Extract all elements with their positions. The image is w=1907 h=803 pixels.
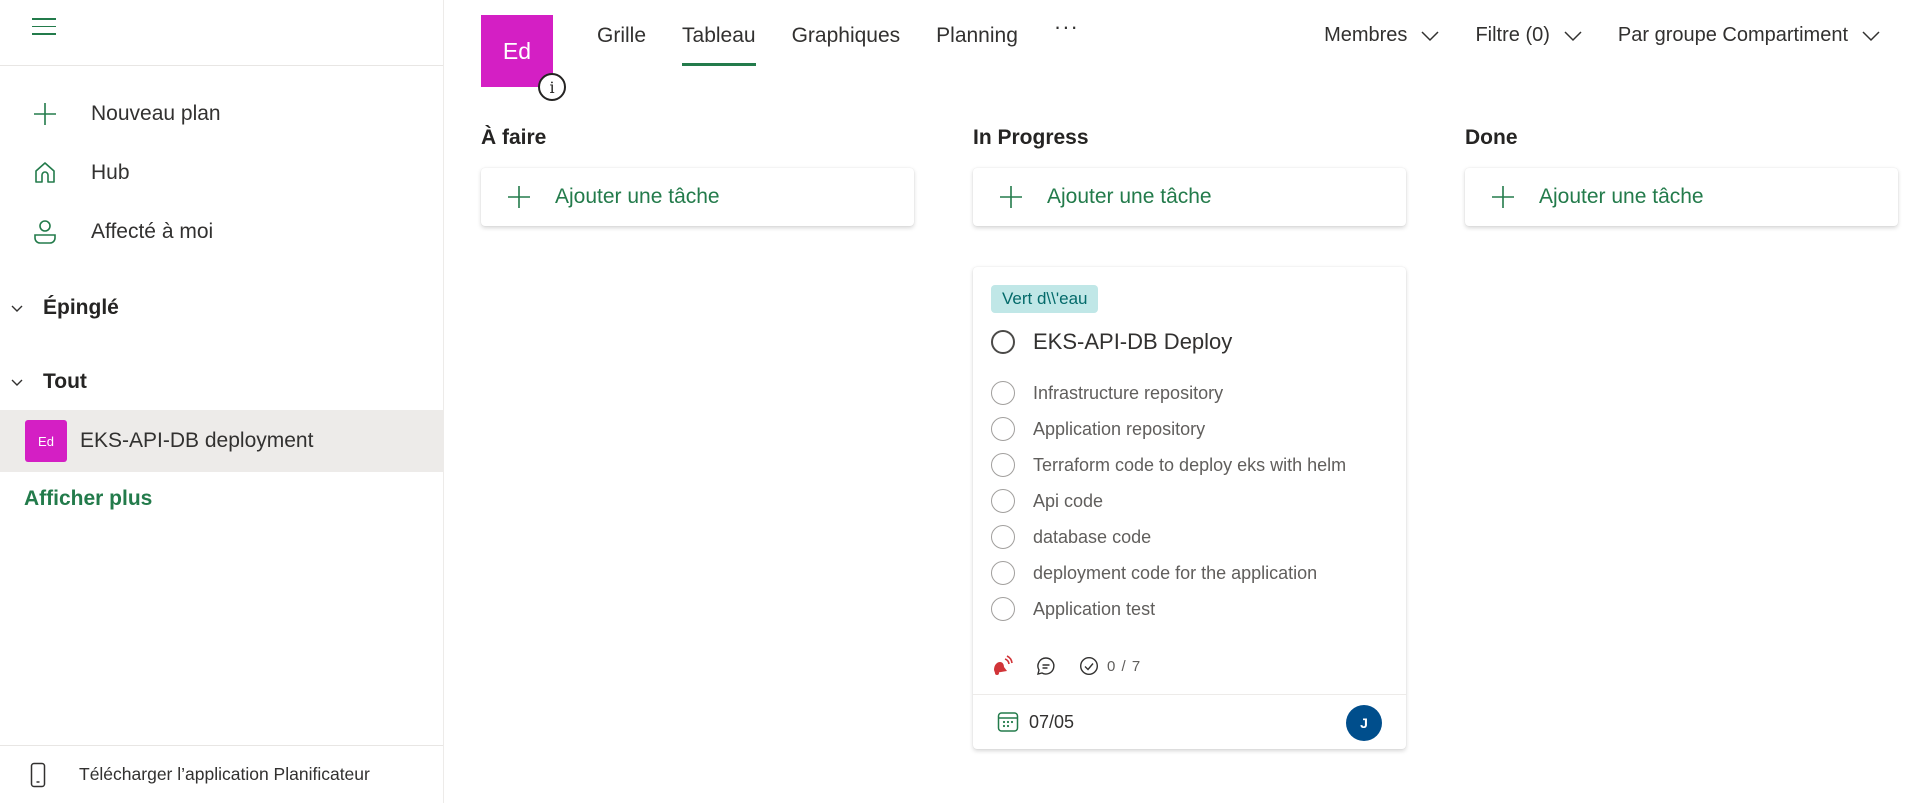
checklist-progress[interactable]: 0 / 7 [1079,656,1141,676]
card-footer: 07/05 J [973,694,1406,749]
chevron-down-icon [1861,30,1881,42]
plus-icon [999,185,1023,209]
checklist-checkbox[interactable] [991,525,1015,549]
checklist-checkbox[interactable] [991,417,1015,441]
add-task-label: Ajouter une tâche [1047,185,1212,208]
checklist-item: Terraform code to deploy eks with helm [991,447,1346,483]
chevron-down-icon [10,303,26,313]
plus-icon [32,101,58,127]
check-circle-icon [1079,656,1099,676]
checklist-item-label: Application test [1033,598,1156,619]
due-date[interactable]: 07/05 [1029,712,1074,733]
bucket-column: In Progress Ajouter une tâche [973,126,1406,226]
chevron-down-icon [10,377,26,387]
header-filters: Membres Filtre (0) Par groupe Compartime… [1289,24,1881,47]
checklist-item-label: Terraform code to deploy eks with helm [1033,454,1347,475]
task-title[interactable]: EKS-API-DB Deploy [1033,329,1232,355]
dropdown-label: Par groupe Compartiment [1617,24,1848,46]
dropdown-label: Filtre (0) [1475,24,1550,46]
add-task-button[interactable]: Ajouter une tâche [973,168,1406,226]
sidebar-item-new-plan[interactable]: Nouveau plan [0,88,443,140]
bucket-column: Done Ajouter une tâche [1465,126,1898,226]
checklist-progress-count: 0 / 7 [1107,657,1142,675]
bucket-title[interactable]: Done [1465,126,1898,156]
tab-charts[interactable]: Graphiques [792,20,901,66]
bucket-title[interactable]: In Progress [973,126,1406,156]
card-indicators: 0 / 7 [991,655,1163,677]
complete-task-checkbox[interactable] [991,330,1015,354]
comment-icon[interactable] [1035,655,1057,677]
section-pinned[interactable]: Épinglé [0,288,443,328]
add-task-button[interactable]: Ajouter une tâche [1465,168,1898,226]
person-icon [32,219,58,245]
checklist: Infrastructure repository Application re… [991,375,1346,627]
tab-board[interactable]: Tableau [682,20,756,66]
urgent-priority-icon[interactable] [991,655,1013,677]
checklist-item: Application test [991,591,1346,627]
checklist-checkbox[interactable] [991,453,1015,477]
tab-grid[interactable]: Grille [597,20,646,66]
info-icon[interactable]: i [538,73,566,101]
more-options-icon[interactable]: ··· [1054,14,1079,66]
sidebar-item-assigned-to-me[interactable]: Affecté à moi [0,206,443,258]
sidebar-header [0,0,443,66]
group-by-dropdown[interactable]: Par groupe Compartiment [1618,24,1881,47]
sidebar-item-label: Nouveau plan [91,102,221,125]
tab-schedule[interactable]: Planning [936,20,1018,66]
checklist-item-label: Infrastructure repository [1033,382,1224,403]
section-label: Épinglé [43,296,119,319]
plan-name: EKS-API-DB deployment [80,429,314,452]
checklist-item: Infrastructure repository [991,375,1346,411]
filter-dropdown[interactable]: Filtre (0) [1475,24,1582,47]
sidebar-item-label: Affecté à moi [91,220,214,243]
checklist-checkbox[interactable] [991,489,1015,513]
phone-icon [30,762,50,788]
task-card[interactable]: Vert d\\'eau EKS-API-DB Deploy Infrastru… [973,267,1406,749]
plus-icon [507,185,531,209]
checklist-item-label: Application repository [1033,418,1206,439]
sidebar-item-label: Hub [91,161,130,184]
checklist-item-label: database code [1033,526,1152,547]
checklist-item: Api code [991,483,1346,519]
hamburger-icon[interactable] [32,18,56,38]
show-more-link[interactable]: Afficher plus [24,487,152,511]
bucket-column: À faire Ajouter une tâche [481,126,914,226]
sidebar-item-hub[interactable]: Hub [0,147,443,199]
chevron-down-icon [1420,30,1440,42]
plan-avatar: Ed [25,420,67,462]
home-icon [32,160,58,186]
checklist-item: deployment code for the application [991,555,1346,591]
section-all[interactable]: Tout [0,362,443,402]
section-label: Tout [43,370,87,393]
label-tag[interactable]: Vert d\\'eau [991,285,1099,313]
assignee-avatar[interactable]: J [1346,705,1382,741]
task-title-row: EKS-API-DB Deploy [991,329,1232,355]
add-task-label: Ajouter une tâche [1539,185,1704,208]
sidebar-plan-item[interactable]: Ed EKS-API-DB deployment [0,410,443,472]
checklist-item: database code [991,519,1346,555]
members-dropdown[interactable]: Membres [1324,24,1440,47]
calendar-icon[interactable] [997,711,1019,733]
checklist-item-label: deployment code for the application [1033,562,1318,583]
sidebar: Nouveau plan Hub Affecté à moi Épinglé T… [0,0,444,803]
view-tabs: Grille Tableau Graphiques Planning ··· [597,14,1079,66]
checklist-checkbox[interactable] [991,561,1015,585]
plus-icon [1491,185,1515,209]
download-app-link[interactable]: Télécharger l’application Planificateur [0,745,443,803]
add-task-label: Ajouter une tâche [555,185,720,208]
checklist-item: Application repository [991,411,1346,447]
add-task-button[interactable]: Ajouter une tâche [481,168,914,226]
checklist-item-label: Api code [1033,490,1104,511]
dropdown-label: Membres [1324,24,1408,46]
checklist-checkbox[interactable] [991,597,1015,621]
download-app-label: Télécharger l’application Planificateur [79,764,370,784]
bucket-title[interactable]: À faire [481,126,914,156]
checklist-checkbox[interactable] [991,381,1015,405]
chevron-down-icon [1563,30,1583,42]
